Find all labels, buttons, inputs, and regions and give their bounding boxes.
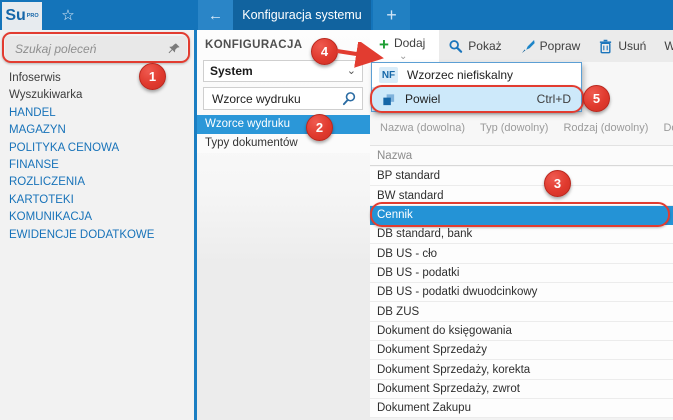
delete-button[interactable]: Usuń xyxy=(589,30,655,62)
sidebar-item[interactable]: Infoserwis xyxy=(0,70,194,87)
app-logo-text: Su xyxy=(5,7,25,25)
add-button[interactable]: + Dodaj ⌄ xyxy=(370,30,439,62)
pin-icon[interactable] xyxy=(167,42,181,56)
menu-item-label: Powiel xyxy=(405,92,440,106)
menu-item-label: Wzorzec niefiskalny xyxy=(407,68,513,82)
table-row[interactable]: Dokument Sprzedaży, zwrot xyxy=(370,380,673,399)
config-search-box[interactable] xyxy=(203,87,363,110)
table-row[interactable]: DB US - cło xyxy=(370,244,673,263)
sidebar-item[interactable]: FINANSE xyxy=(0,157,194,174)
search-icon[interactable] xyxy=(342,91,357,106)
edit-button[interactable]: Popraw xyxy=(511,30,590,62)
menu-item-shortcut: Ctrl+D xyxy=(537,92,571,106)
app-window: SuPRO ☆ ← Konfiguracja systemu + Infoser… xyxy=(0,0,673,420)
sidebar-item[interactable]: HANDEL xyxy=(0,105,194,122)
table-row[interactable]: Dokument do księgowania xyxy=(370,322,673,341)
command-search-input[interactable] xyxy=(13,41,167,57)
add-dropdown-menu: NF Wzorzec niefiskalny Powiel Ctrl+D xyxy=(371,62,582,112)
sidebar-item[interactable]: KARTOTEKI xyxy=(0,192,194,209)
menu-item-powiel[interactable]: Powiel Ctrl+D xyxy=(372,87,581,111)
table-row[interactable]: DB US - podatki xyxy=(370,264,673,283)
panel-title: KONFIGURACJA xyxy=(205,39,302,51)
table-body: BP standardBW standardCennikDB standard,… xyxy=(370,167,673,420)
app-logo[interactable]: SuPRO xyxy=(2,2,42,30)
table-row[interactable]: BW standard xyxy=(370,186,673,205)
config-section-item[interactable]: Wzorce wydruku xyxy=(197,115,370,134)
filter-bar: Nazwa (dowolna) Typ (dowolny) Rodzaj (dowo… xyxy=(380,122,673,134)
chevron-down-icon[interactable]: ⌄ xyxy=(399,52,407,62)
show-button[interactable]: Pokaż xyxy=(439,30,510,62)
show-button-label: Pokaż xyxy=(468,39,501,53)
plus-icon: + xyxy=(379,36,389,53)
add-button-label: Dodaj xyxy=(394,36,425,50)
table-row[interactable]: DB ZUS xyxy=(370,302,673,321)
filter-item[interactable]: Typ (dowolny) xyxy=(480,122,548,134)
app-logo-sup: PRO xyxy=(27,13,39,19)
trash-icon xyxy=(598,39,613,54)
sidebar-item[interactable]: EWIDENCJE DODATKOWE xyxy=(0,227,194,244)
table-row[interactable]: Dokument Sprzedaży xyxy=(370,341,673,360)
chevron-down-icon: ⌄ xyxy=(347,66,356,76)
menu-item-wzorzec-niefiskalny[interactable]: NF Wzorzec niefiskalny xyxy=(372,63,581,87)
table-header-nazwa[interactable]: Nazwa xyxy=(370,145,673,166)
table-row[interactable]: Cennik xyxy=(370,206,673,225)
table-row[interactable]: Dokument Zakupu xyxy=(370,399,673,418)
sidebar-item[interactable]: Wyszukiwarka xyxy=(0,87,194,104)
back-arrow-icon[interactable]: ← xyxy=(198,0,233,30)
configuration-panel: KONFIGURACJA System ⌄ Wzorce wydrukuTypy… xyxy=(197,30,370,420)
edit-button-label: Popraw xyxy=(540,39,581,53)
sidebar-item[interactable]: POLITYKA CENOWA xyxy=(0,140,194,157)
magnifier-icon xyxy=(448,39,463,54)
config-section-list: Wzorce wydrukuTypy dokumentów xyxy=(197,115,370,153)
filter-item[interactable]: Nazwa (dowolna) xyxy=(380,122,465,134)
table-row[interactable]: DB standard, bank xyxy=(370,225,673,244)
category-select-value: System xyxy=(210,64,253,78)
config-section-item[interactable]: Typy dokumentów xyxy=(197,134,370,153)
try-button[interactable]: Wypróbuj xyxy=(655,30,673,62)
config-search-input[interactable] xyxy=(210,91,342,107)
table-row[interactable]: Dokument Sprzedaży, korekta xyxy=(370,360,673,379)
toolbar: + Dodaj ⌄ Pokaż Popraw xyxy=(370,30,673,62)
filter-item[interactable]: Rodzaj (dowolny) xyxy=(563,122,648,134)
command-search-box[interactable] xyxy=(5,36,187,62)
title-bar: SuPRO ☆ ← Konfiguracja systemu + xyxy=(0,0,673,30)
sidebar-item[interactable]: KOMUNIKACJA xyxy=(0,209,194,226)
main-panel: + Dodaj ⌄ Pokaż Popraw xyxy=(370,30,673,420)
try-button-label: Wypróbuj xyxy=(664,39,673,53)
sidebar-item[interactable]: MAGAZYN xyxy=(0,122,194,139)
delete-button-label: Usuń xyxy=(618,39,646,53)
nf-badge-icon: NF xyxy=(379,67,398,83)
favorites-star-icon[interactable]: ☆ xyxy=(52,0,84,30)
table-row[interactable]: DB US - podatki dwuodcinkowy xyxy=(370,283,673,302)
table-row[interactable]: BP standard xyxy=(370,167,673,186)
sidebar-item[interactable]: ROZLICZENIA xyxy=(0,174,194,191)
tab-konfiguracja-systemu[interactable]: Konfiguracja systemu xyxy=(233,0,371,30)
new-tab-button[interactable]: + xyxy=(373,0,410,30)
sidebar-menu: InfoserwisWyszukiwarkaHANDELMAGAZYNPOLIT… xyxy=(0,70,194,244)
sidebar: InfoserwisWyszukiwarkaHANDELMAGAZYNPOLIT… xyxy=(0,30,194,420)
brush-icon xyxy=(520,39,535,54)
category-select[interactable]: System ⌄ xyxy=(203,60,363,82)
filter-item[interactable]: Domyśln xyxy=(663,122,673,134)
copy-icon xyxy=(381,92,396,107)
